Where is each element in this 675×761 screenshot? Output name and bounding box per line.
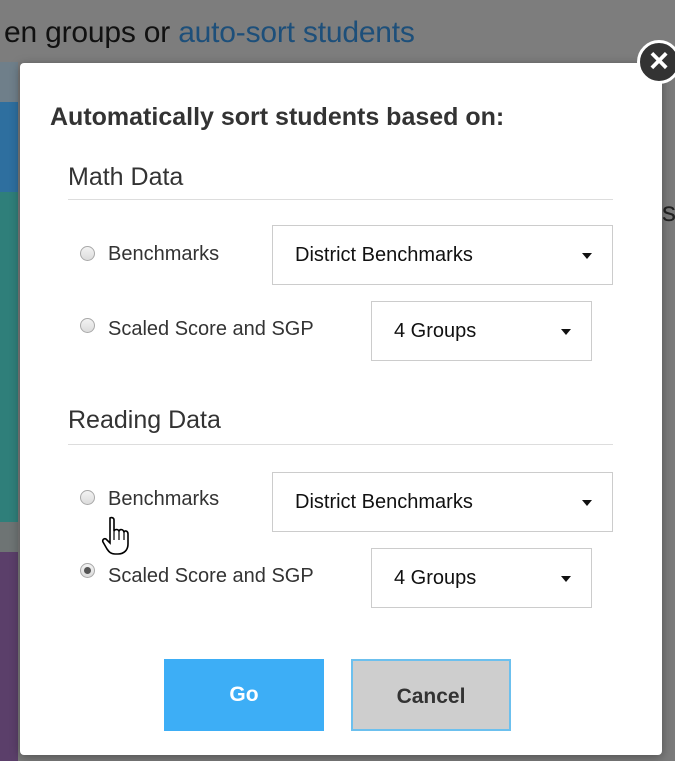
caret-down-icon bbox=[582, 500, 592, 506]
select-value: 4 Groups bbox=[394, 320, 477, 342]
option-label-math-scaled-score: Scaled Score and SGP bbox=[108, 318, 314, 340]
option-label-reading-scaled-score: Scaled Score and SGP bbox=[108, 565, 314, 587]
section-heading-reading: Reading Data bbox=[68, 406, 221, 434]
auto-sort-students-link[interactable]: auto-sort students bbox=[178, 16, 415, 49]
option-label-math-benchmarks: Benchmarks bbox=[108, 243, 220, 265]
select-value: District Benchmarks bbox=[295, 491, 473, 513]
radio-math-scaled-score[interactable] bbox=[80, 318, 95, 333]
background-header-text: en groups or auto-sort students bbox=[4, 16, 415, 50]
background-stripe bbox=[0, 192, 18, 522]
go-button[interactable]: Go bbox=[164, 659, 324, 731]
background-header: en groups or auto-sort students bbox=[0, 0, 675, 62]
background-stripe bbox=[0, 102, 18, 192]
hand-pointer-icon bbox=[101, 516, 129, 555]
background-stripe bbox=[0, 552, 18, 761]
background-stripe bbox=[0, 62, 18, 102]
select-value: 4 Groups bbox=[394, 567, 477, 589]
option-label-reading-benchmarks: Benchmarks bbox=[108, 488, 220, 510]
close-icon[interactable]: × bbox=[637, 40, 675, 84]
caret-down-icon bbox=[561, 329, 571, 335]
background-text-fragment: s bbox=[662, 196, 675, 227]
auto-sort-modal: Automatically sort students based on: Ma… bbox=[20, 63, 662, 755]
radio-math-benchmarks[interactable] bbox=[80, 246, 95, 261]
select-reading-scaled-score[interactable]: 4 Groups bbox=[371, 548, 592, 608]
radio-reading-benchmarks[interactable] bbox=[80, 490, 95, 505]
caret-down-icon bbox=[561, 576, 571, 582]
select-reading-benchmarks[interactable]: District Benchmarks bbox=[272, 472, 613, 532]
caret-down-icon bbox=[582, 253, 592, 259]
select-math-scaled-score[interactable]: 4 Groups bbox=[371, 301, 592, 361]
select-math-benchmarks[interactable]: District Benchmarks bbox=[272, 225, 613, 285]
modal-title: Automatically sort students based on: bbox=[50, 103, 505, 131]
select-value: District Benchmarks bbox=[295, 244, 473, 266]
section-divider bbox=[68, 444, 613, 445]
cancel-button[interactable]: Cancel bbox=[351, 659, 511, 731]
radio-reading-scaled-score[interactable] bbox=[80, 563, 95, 578]
background-stripe bbox=[0, 522, 18, 552]
section-heading-math: Math Data bbox=[68, 163, 184, 191]
section-divider bbox=[68, 199, 613, 200]
background-header-prefix: en groups or bbox=[4, 16, 179, 49]
